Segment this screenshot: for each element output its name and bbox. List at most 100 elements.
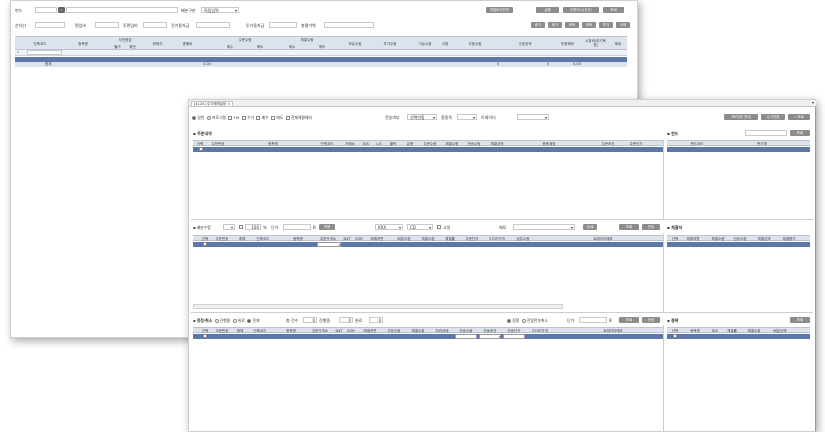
summary-label-3: 전가용자금 — [171, 23, 190, 28]
status-query-button[interactable]: 조회 — [619, 317, 639, 323]
order-selected-row[interactable] — [193, 147, 663, 152]
memo-label: 메모 — [499, 225, 507, 230]
status-inprogress-radio[interactable] — [214, 319, 219, 323]
chevron-down-icon: ▾ — [428, 225, 431, 230]
r-b-label: B — [609, 318, 612, 323]
stock-grid-header: 선택 종목명 B/S 체결률 체결수량 배분금액 — [667, 327, 810, 333]
status-cell-a[interactable] — [455, 334, 477, 339]
tab-4120[interactable]: [4120] 주식매매설정 × — [191, 101, 234, 107]
w2-query-button[interactable]: ⌕ 조회 — [788, 114, 810, 120]
opt-program-radio[interactable] — [206, 116, 211, 120]
summary-label-4: 투가용자금 — [246, 23, 265, 28]
status-grid-border — [663, 325, 664, 432]
status-bar: ▪ 정정/취소 진행중 완료 전체 — [193, 318, 260, 323]
trader-select[interactable]: ▾ — [517, 114, 549, 120]
status-cell-c[interactable] — [503, 334, 525, 339]
w1-code-cell[interactable] — [27, 50, 62, 55]
alloc-select[interactable]: ▾ — [223, 224, 235, 230]
order-instruction-button[interactable]: 주문지시(신규) — [563, 7, 599, 13]
filter-bar: 일반 프로그램 FIX 수기 매수 매도 전체체결제외 — [192, 115, 312, 121]
pct-input[interactable]: 100 — [245, 224, 261, 230]
cancel-all-radio[interactable] — [521, 319, 526, 323]
exec-grid-header: 선택 체결처명 체결수량 전송수량 체결금액 체결평가 — [667, 235, 810, 241]
exch-select[interactable]: KRX ▾ — [375, 224, 403, 230]
chevron-down-icon[interactable]: ▾ — [479, 334, 501, 339]
alloc-query-button[interactable]: 조회 — [619, 224, 639, 230]
fund-selected-row[interactable] — [667, 147, 810, 152]
row2-button-4[interactable]: 투가 — [599, 22, 613, 28]
alloc-send-button[interactable]: 전송 — [642, 224, 660, 230]
fund-code-input[interactable] — [35, 7, 57, 13]
opt-fix-check[interactable] — [228, 116, 233, 120]
chevron-down-icon: ▾ — [234, 8, 237, 13]
w1-grid-header: 단축코드 종목명 사전점검 불가 위반 현재가 총해비 주문수량 매수 매도 체… — [15, 36, 627, 50]
exec-section-title: ▪ 체결처 — [667, 225, 683, 230]
divider-2 — [191, 312, 813, 313]
memo-select[interactable]: ▾ — [513, 224, 575, 230]
fixed-check[interactable] — [437, 225, 441, 229]
exec-selected-row[interactable] — [667, 242, 810, 247]
summary-input-4 — [269, 22, 297, 28]
alloc-bar: ▪ 배분수량 — [193, 225, 211, 230]
row2-button-0[interactable]: 종가 — [531, 22, 545, 28]
row2-button-3[interactable]: 위탁 — [582, 22, 596, 28]
opt-buy-check[interactable] — [256, 116, 261, 120]
fund-query-button[interactable]: 조회 — [790, 130, 810, 136]
fixed-label: 고정 — [443, 225, 451, 230]
fund-filter-input[interactable] — [745, 130, 787, 136]
stock-selected-row[interactable] — [667, 334, 810, 339]
opt-sell-check[interactable] — [271, 116, 276, 120]
stock-query-button[interactable]: 조회 — [790, 317, 810, 323]
alloc-hscrollbar[interactable] — [193, 304, 563, 309]
stock-row-check[interactable] — [673, 334, 677, 338]
divider-1 — [191, 219, 813, 220]
status-done-radio[interactable] — [232, 319, 237, 323]
fund-name-input[interactable] — [66, 7, 178, 13]
alloc-selected-row[interactable]: ▾ — [193, 242, 663, 247]
status-send-button[interactable]: 전송 — [642, 317, 660, 323]
cd-select[interactable]: CD ▾ — [407, 224, 433, 230]
run-button[interactable]: 실행 — [536, 7, 559, 13]
manual-switch-button[interactable]: 수기전환 — [761, 114, 785, 120]
modify-radio[interactable] — [507, 319, 511, 323]
detail-button[interactable]: 상세 — [583, 224, 597, 230]
status-all-radio[interactable] — [247, 319, 252, 323]
price-label: 단가 — [271, 225, 279, 230]
chevron-down-icon: ▾ — [544, 115, 547, 120]
summary-input-2 — [143, 22, 167, 28]
opt-general-radio[interactable] — [192, 116, 196, 120]
price-input[interactable] — [283, 224, 311, 230]
alloc-pct-check[interactable] — [239, 225, 243, 229]
row2-button-1[interactable]: 종가 — [548, 22, 562, 28]
summary-input-3 — [196, 22, 230, 28]
w1-input-row[interactable]: 1 — [15, 50, 627, 56]
order-row-check[interactable] — [199, 147, 203, 151]
chevron-down-icon: ▾ — [570, 225, 573, 230]
alloc-row-check[interactable] — [203, 242, 207, 246]
mp-order-button[interactable]: MP주문 안내 — [724, 114, 758, 120]
r-price-label: 단가 — [567, 318, 575, 323]
row2-button-2[interactable]: 위탁 — [565, 22, 579, 28]
status-row-check[interactable] — [203, 334, 207, 338]
chevron-down-icon[interactable]: ▾ — [812, 100, 814, 105]
row2-button-5[interactable]: 삭제 — [616, 22, 630, 28]
order-grid-header: 선택 주문번호 종목명 단축코드 거래소 B/S L/S 블럭 유형 주문수량 … — [193, 140, 663, 146]
acct-select[interactable]: ▾ — [457, 114, 477, 120]
r-price-input[interactable] — [579, 317, 607, 323]
status-selected-row[interactable]: ▾ — [193, 334, 663, 339]
dist-select[interactable]: 직접입력 ▾ — [201, 7, 239, 13]
total-count-box: 0 — [303, 317, 317, 323]
opt-manual-check[interactable] — [241, 116, 246, 120]
status-grid-header: 선택 주문번호 매체 단축코드 종목명 주문가격소 NXT SOR 매매처면 주… — [193, 327, 663, 333]
w1-query-button[interactable]: 조회 — [603, 7, 624, 13]
search-icon: ⌕ — [794, 115, 797, 119]
apply-button[interactable]: 적용 — [319, 224, 335, 230]
fund-search-button[interactable]: ⌕ — [58, 7, 65, 13]
order-section-title: ▪ 주문내역 — [193, 131, 212, 136]
opt-exclude-check[interactable] — [285, 116, 290, 120]
done-label: 완료 — [355, 318, 363, 323]
chevron-down-icon[interactable]: ▾ — [317, 242, 341, 247]
send-select[interactable]: 선택안함 ▾ — [407, 114, 437, 120]
version-button[interactable]: 작업버전관리 — [486, 7, 513, 13]
w1-total-row: 합계 0.00 0 0 0.00 — [15, 62, 627, 67]
